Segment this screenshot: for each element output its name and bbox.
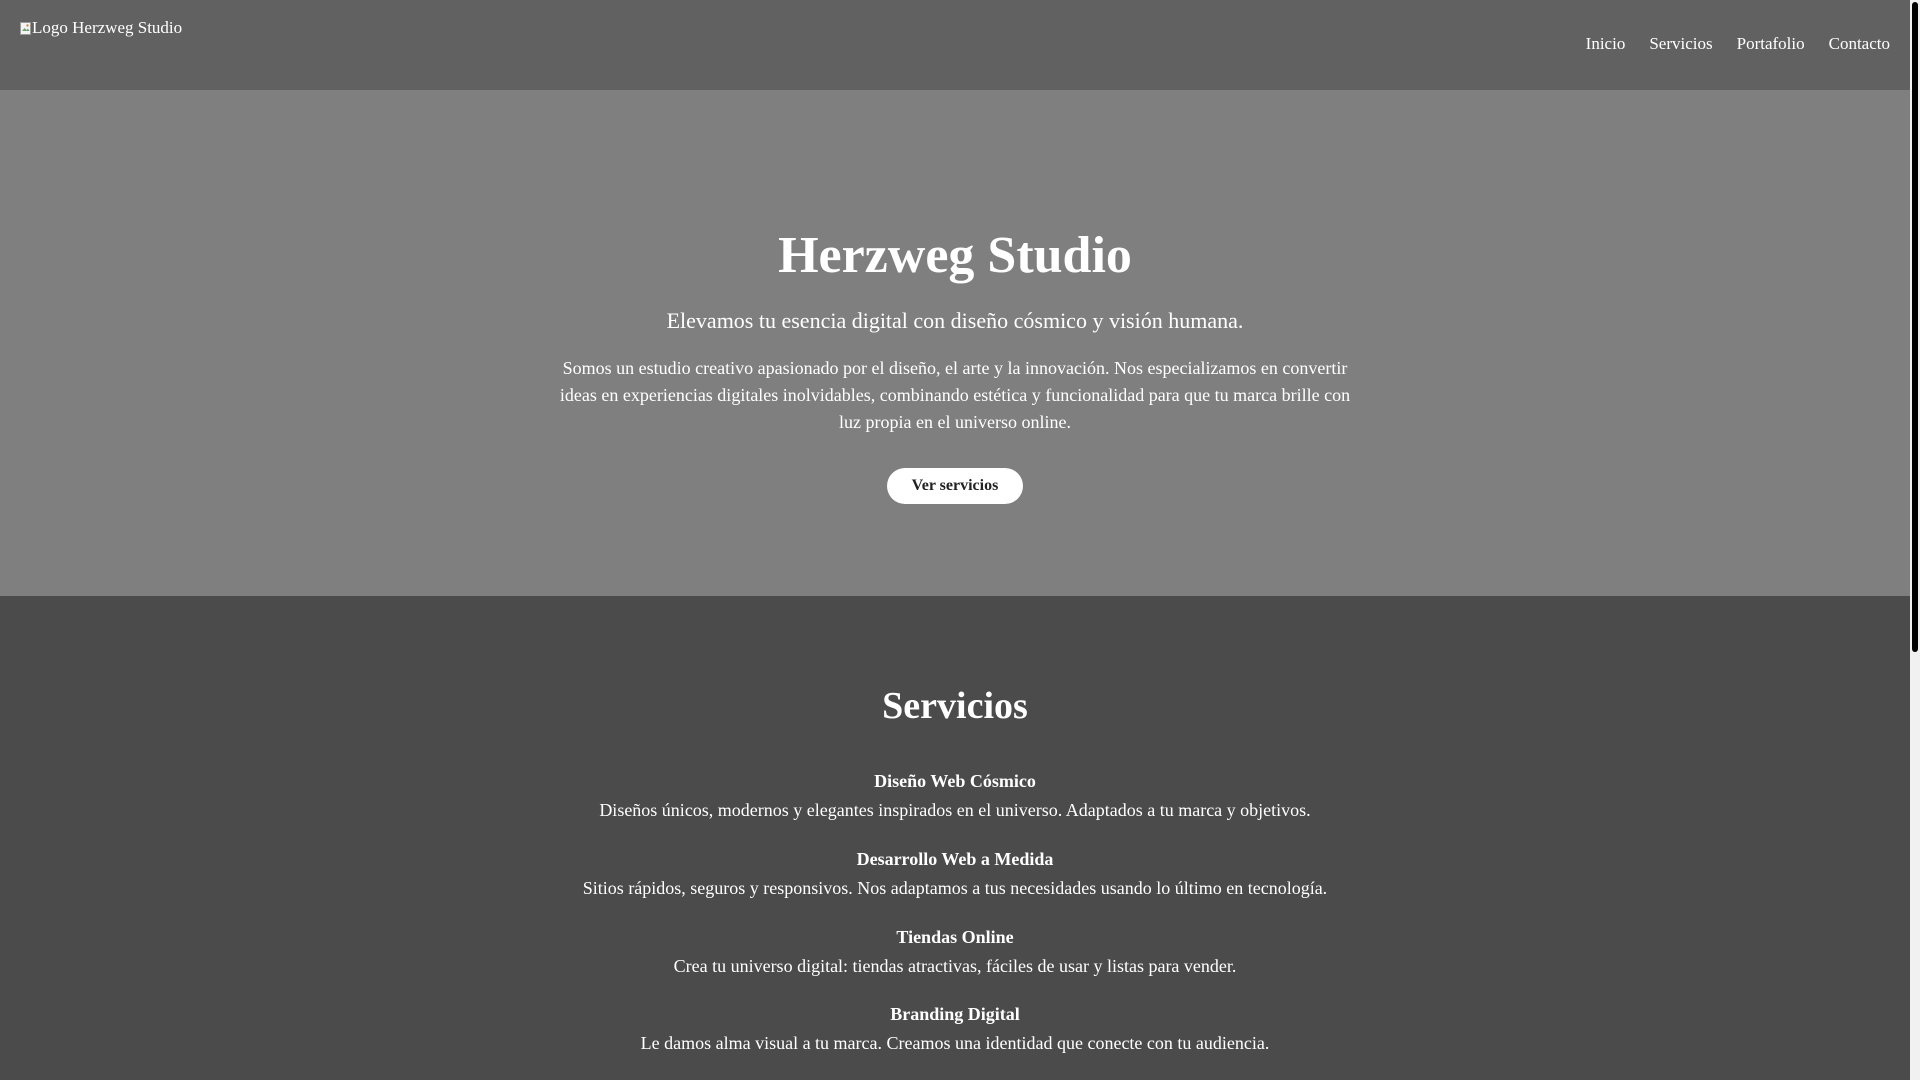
service-description: Le damos alma visual a tu marca. Creamos… (640, 1033, 1270, 1053)
logo-alt-text: Logo Herzweg Studio (32, 18, 183, 37)
services-title: Servicios (882, 685, 1028, 727)
service-name: Diseño Web Cósmico (874, 771, 1036, 791)
service-name: Tiendas Online (896, 927, 1014, 947)
main-nav: Inicio Servicios Portafolio Contacto (1586, 34, 1890, 54)
service-item: Tiendas Online Crea tu universo digital:… (0, 925, 1910, 978)
nav-link-portafolio[interactable]: Portafolio (1737, 34, 1805, 54)
service-item: Branding Digital Le damos alma visual a … (0, 1002, 1910, 1055)
scrollbar-thumb[interactable] (1912, 2, 1918, 652)
ver-servicios-button[interactable]: Ver servicios (887, 468, 1023, 504)
hero-description: Somos un estudio creativo apasionado por… (559, 358, 1351, 432)
hero-title: Herzweg Studio (778, 227, 1132, 284)
service-description: Sitios rápidos, seguros y responsivos. N… (582, 878, 1328, 898)
hero-section: Herzweg Studio Elevamos tu esencia digit… (0, 90, 1910, 596)
service-name: Branding Digital (890, 1004, 1020, 1024)
services-section: Servicios Diseño Web Cósmico Diseños úni… (0, 596, 1910, 1080)
vertical-scrollbar[interactable] (1910, 0, 1920, 1080)
hero-subtitle: Elevamos tu esencia digital con diseño c… (666, 308, 1244, 333)
nav-link-inicio[interactable]: Inicio (1586, 34, 1626, 54)
site-header: Logo Herzweg Studio Inicio Servicios Por… (0, 0, 1910, 90)
service-item: Desarrollo Web a Medida Sitios rápidos, … (0, 847, 1910, 900)
nav-link-servicios[interactable]: Servicios (1649, 34, 1712, 54)
broken-image-icon (20, 21, 31, 35)
service-description: Diseños únicos, modernos y elegantes ins… (599, 800, 1311, 820)
page: Logo Herzweg Studio Inicio Servicios Por… (0, 0, 1910, 1080)
logo[interactable]: Logo Herzweg Studio (20, 18, 182, 38)
service-name: Desarrollo Web a Medida (856, 849, 1054, 869)
service-description: Crea tu universo digital: tiendas atract… (673, 956, 1237, 976)
nav-link-contacto[interactable]: Contacto (1829, 34, 1890, 54)
service-item: Diseño Web Cósmico Diseños únicos, moder… (0, 769, 1910, 822)
